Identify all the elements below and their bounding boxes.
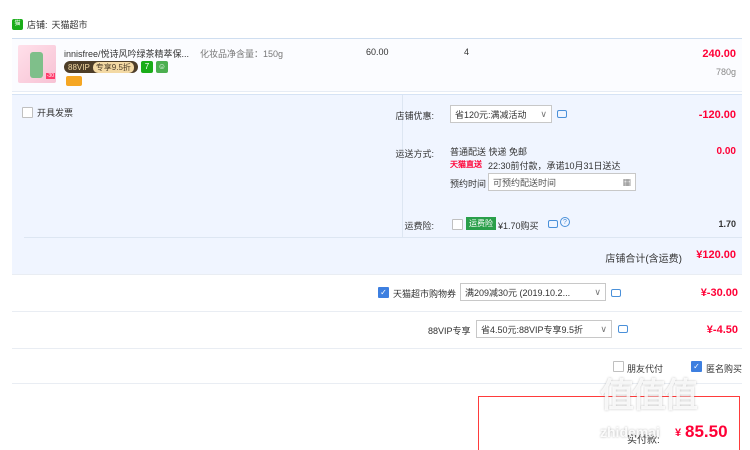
invoice-checkbox[interactable] — [22, 107, 33, 118]
comment-icon[interactable] — [611, 289, 621, 297]
shop-label: 店铺: — [27, 19, 48, 30]
insurance-label: 运费险: — [404, 221, 434, 231]
order-options-panel: 开具发票 店铺优惠: 省120元:满减活动 ∨ -120.00 运送方式: 普通配… — [12, 94, 742, 274]
vip-badge: 88VIP 专享9.5折 — [64, 61, 138, 73]
comment-icon[interactable] — [618, 325, 628, 333]
shop-total-label: 店铺合计(含运费) — [605, 254, 682, 265]
seven-day-return-icon: 7 — [140, 61, 153, 73]
shop-discount-label: 店铺优惠: — [395, 111, 434, 121]
comment-icon[interactable] — [548, 220, 558, 228]
vip88-label: 88VIP专享 — [428, 326, 471, 336]
product-thumbnail[interactable]: -30 — [18, 45, 56, 83]
pay-amount: 85.50 — [685, 422, 728, 441]
item-price: 60.00 — [366, 47, 389, 57]
credit-card-icon — [66, 76, 82, 86]
schedule-input[interactable]: 可预约配送时间 ▦ — [488, 173, 636, 191]
vip88-amount: ¥-4.50 — [706, 324, 738, 336]
quality-icon: ☺ — [155, 61, 168, 73]
delivery-method: 普通配送 快递 免邮 — [450, 147, 528, 157]
delivery-promise: 22:30前付款，承诺10月31日送达 — [488, 161, 621, 171]
shop-icon: 猫 — [12, 18, 23, 30]
invoice-label: 开具发票 — [37, 108, 74, 118]
divider — [24, 237, 742, 238]
chevron-down-icon: ∨ — [594, 286, 601, 297]
insurance-tag: 运费险 — [466, 217, 496, 230]
badges: 88VIP 专享9.5折 7 ☺ — [64, 61, 168, 73]
invoice-option[interactable]: 开具发票 — [22, 106, 73, 119]
help-icon[interactable]: ? — [560, 217, 570, 227]
chevron-down-icon: ∨ — [540, 108, 547, 119]
chevron-down-icon: ∨ — [600, 323, 607, 334]
delivery-label: 运送方式: — [395, 149, 434, 159]
coupon-label: 天猫超市购物券 — [393, 289, 457, 299]
tmall-direct-logo: 天猫直送 — [450, 160, 482, 169]
coupon-amount: ¥-30.00 — [700, 287, 738, 299]
item-quantity: 4 — [464, 47, 470, 57]
thumb-tag: -30 — [45, 73, 55, 79]
comment-icon[interactable] — [557, 110, 567, 118]
shop-discount-amount: -120.00 — [698, 109, 736, 121]
delivery-amount: 0.00 — [716, 146, 736, 157]
shop-total-amount: ¥120.00 — [696, 249, 736, 261]
watermark: 值值值 — [600, 377, 698, 415]
delivery-promise-row: 天猫直送 22:30前付款，承诺10月31日送达 — [450, 159, 621, 172]
insurance-checkbox[interactable] — [452, 219, 463, 230]
shop-header: 猫 店铺: 天猫超市 — [12, 14, 88, 34]
coupon-select[interactable]: 满209减30元 (2019.10.2... ∨ — [460, 283, 606, 301]
divider — [12, 348, 742, 349]
divider — [12, 274, 742, 275]
item-row: -30 innisfree/悦诗风吟绿茶精萃保... 化妆品净含量：150g 8… — [12, 38, 742, 92]
shop-name[interactable]: 天猫超市 — [52, 18, 88, 31]
insurance-price: ¥1.70购买 — [498, 221, 539, 231]
vip88-select[interactable]: 省4.50元:88VIP专享9.5折 ∨ — [476, 320, 612, 338]
watermark-text: zhidemai — [600, 424, 660, 440]
item-subtotal: 240.00 — [702, 48, 736, 60]
divider — [12, 311, 742, 312]
schedule-label: 预约时间 — [450, 179, 487, 189]
item-weight: 780g — [715, 67, 736, 77]
shop-discount-select[interactable]: 省120元:满减活动 ∨ — [450, 105, 552, 123]
product-spec: 化妆品净含量：150g — [200, 49, 284, 59]
coupon-checkbox[interactable]: ✓ — [378, 287, 389, 298]
pay-currency: ¥ — [675, 427, 682, 439]
bottle-image — [30, 52, 43, 78]
calendar-icon: ▦ — [622, 176, 631, 187]
insurance-amount: 1.70 — [718, 219, 736, 229]
anonymous-label: 匿名购买 — [706, 364, 743, 374]
product-title[interactable]: innisfree/悦诗风吟绿茶精萃保... — [64, 47, 189, 60]
